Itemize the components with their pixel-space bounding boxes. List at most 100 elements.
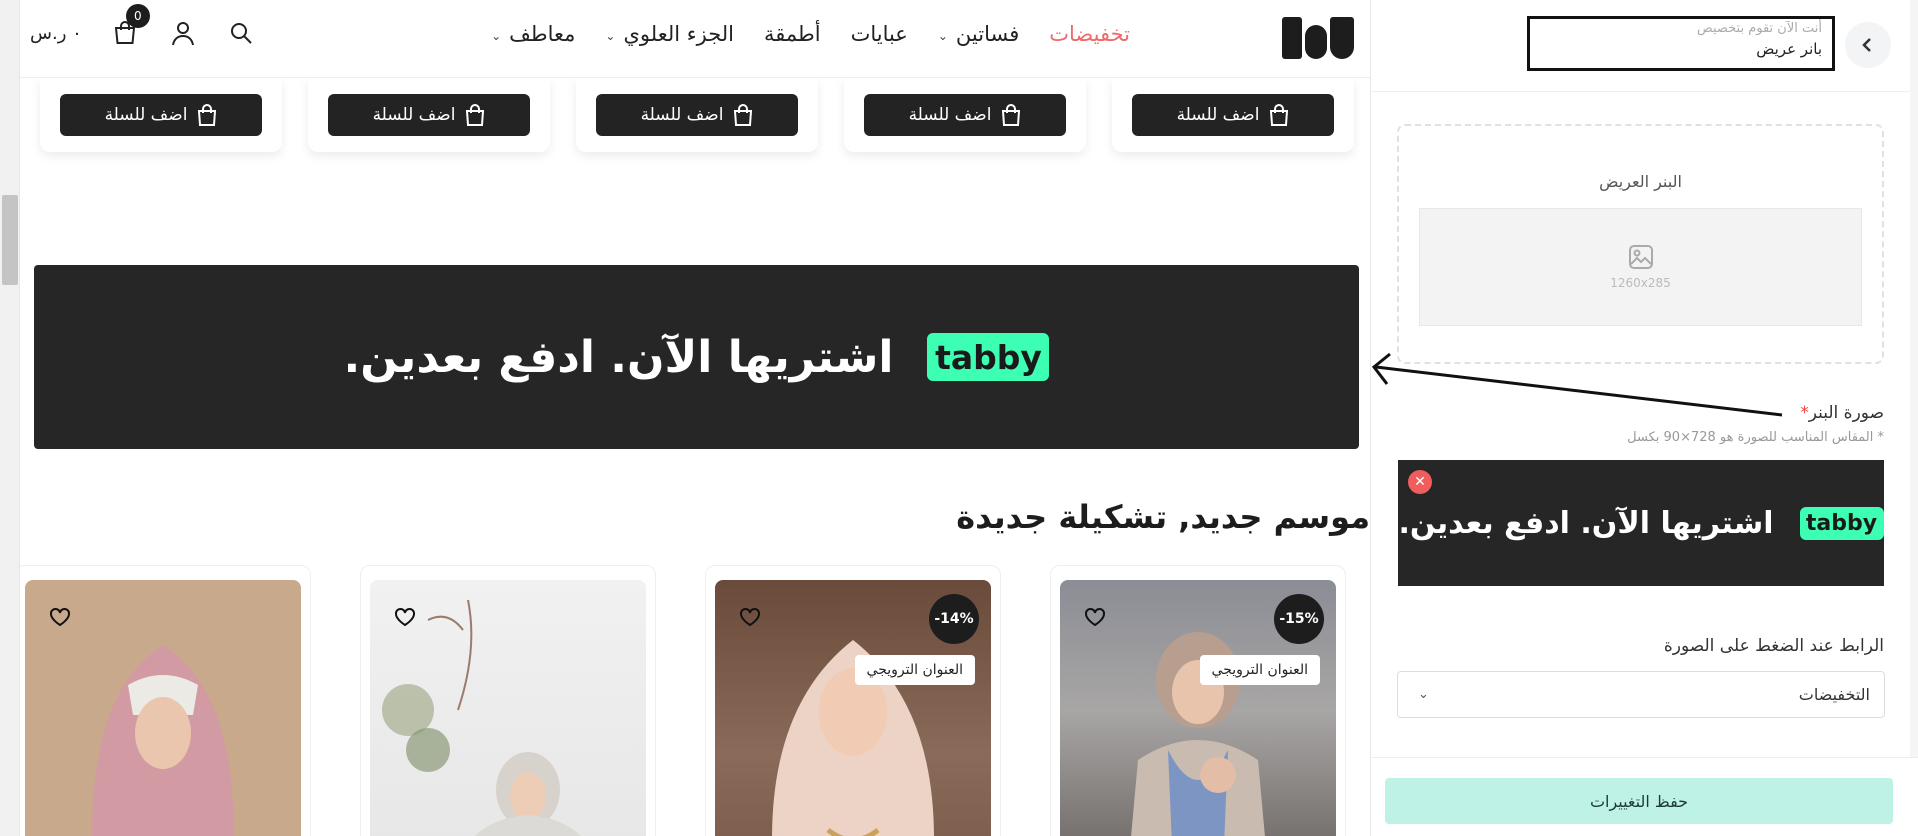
promo-label: العنوان الترويجي [1199, 655, 1320, 685]
model-photo [91, 645, 235, 836]
tabby-logo: tabby [1799, 506, 1884, 540]
product-card[interactable] [360, 565, 656, 836]
chevron-down-icon: ⌄ [1418, 687, 1429, 702]
chevron-down-icon: ⌄ [937, 29, 948, 43]
link-label: الرابط عند الضغط على الصورة [1663, 636, 1884, 656]
product-card[interactable]: -15% العنوان الترويجي [1050, 565, 1346, 836]
remove-image-button[interactable]: ✕ [1408, 470, 1432, 494]
wishlist-heart-icon[interactable] [735, 602, 765, 632]
app-root: تخفيضات فساتين ⌄ عبايات أطمقة الجزء العلو… [0, 0, 1918, 836]
discount-badge: -14% [929, 594, 979, 644]
pointer-arrow [1371, 352, 1783, 417]
banner-text: اشتريها الآن. ادفع بعدين. [343, 331, 894, 383]
product-image[interactable] [370, 580, 646, 836]
store-header: تخفيضات فساتين ⌄ عبايات أطمقة الجزء العلو… [20, 0, 1370, 78]
store-logo[interactable] [1278, 14, 1358, 62]
close-icon: ✕ [1414, 474, 1426, 490]
cart-button[interactable]: 0 [110, 4, 150, 48]
nav-item-sale[interactable]: تخفيضات [1049, 22, 1130, 46]
back-button[interactable] [1845, 22, 1891, 68]
discount-badge: -15% [1274, 594, 1324, 644]
dropzone-title: البنر العريض [1599, 172, 1682, 191]
label-text: صورة البنر [1808, 403, 1884, 423]
product-card-footer: اضف للسلة [40, 78, 282, 152]
store-preview: تخفيضات فساتين ⌄ عبايات أطمقة الجزء العلو… [20, 0, 1370, 836]
search-icon [230, 23, 252, 44]
banner-image-label: صورة البنر* [1800, 403, 1884, 423]
add-to-cart-label: اضف للسلة [908, 105, 992, 125]
image-size-hint: * المقاس المناسب للصورة هو 728×90 بكسل [1627, 430, 1884, 445]
add-to-cart-label: اضف للسلة [1176, 105, 1260, 125]
nav-item-label: أطمقة [763, 22, 821, 46]
cart-count-badge: 0 [125, 4, 150, 28]
bag-icon [466, 104, 485, 126]
product-image[interactable]: -14% العنوان الترويجي [715, 580, 991, 836]
chevron-down-icon: ⌄ [605, 29, 616, 43]
panel-footer: حفظ التغييرات [1371, 757, 1918, 836]
product-cards-row: اضف للسلة اضف للسلة اضف للسلة اضف للسلة … [40, 78, 1370, 152]
image-placeholder[interactable]: 1260x285 [1419, 208, 1862, 326]
wishlist-heart-icon[interactable] [45, 602, 75, 632]
nav-item-tops[interactable]: الجزء العلوي ⌄ [605, 22, 734, 46]
product-image[interactable] [25, 580, 301, 836]
product-card-footer: اضف للسلة [844, 78, 1086, 152]
wishlist-heart-icon[interactable] [390, 602, 420, 632]
page-scrollbar[interactable] [0, 0, 20, 836]
nav-item-label: معاطف [509, 22, 576, 46]
nav-item-abayas[interactable]: عبايات [851, 22, 908, 46]
link-select[interactable]: التخفيضات ⌄ [1397, 671, 1885, 718]
product-image[interactable]: -15% العنوان الترويجي [1060, 580, 1336, 836]
nav-item-label: عبايات [850, 22, 908, 46]
nav-item-dresses[interactable]: فساتين ⌄ [938, 22, 1019, 46]
preview-banner-text: اشتريها الآن. ادفع بعدين. [1398, 505, 1774, 541]
save-changes-button[interactable]: حفظ التغييرات [1385, 778, 1893, 824]
bag-icon [1270, 104, 1289, 126]
bag-icon [734, 104, 753, 126]
link-select-value: التخفيضات [1798, 685, 1870, 704]
customizing-label: أنت الآن تقوم بتخصيص [1697, 21, 1822, 36]
promo-label: العنوان الترويجي [854, 655, 975, 685]
nav-item-coats[interactable]: معاطف ⌄ [491, 22, 575, 46]
placeholder-size: 1260x285 [1610, 276, 1671, 290]
customizing-indicator: أنت الآن تقوم بتخصيص بانر عريض [1527, 16, 1835, 71]
wishlist-heart-icon[interactable] [1080, 602, 1110, 632]
nav-item-label: تخفيضات [1049, 22, 1130, 46]
main-nav: تخفيضات فساتين ⌄ عبايات أطمقة الجزء العلو… [491, 22, 1130, 46]
nav-item-label: الجزء العلوي [623, 22, 734, 46]
add-to-cart-button[interactable]: اضف للسلة [60, 94, 262, 136]
uploaded-image-preview[interactable]: tabby اشتريها الآن. ادفع بعدين. ✕ [1398, 460, 1884, 586]
add-to-cart-label: اضف للسلة [640, 105, 724, 125]
panel-scrollbar[interactable] [1910, 0, 1918, 757]
product-card-footer: اضف للسلة [1112, 78, 1354, 152]
cart-total: ٠ ر.س [30, 22, 82, 44]
product-card-footer: اضف للسلة [576, 78, 818, 152]
product-card-footer: اضف للسلة [308, 78, 550, 152]
add-to-cart-button[interactable]: اضف للسلة [864, 94, 1066, 136]
add-to-cart-button[interactable]: اضف للسلة [596, 94, 798, 136]
customizing-value: بانر عريض [1756, 40, 1822, 58]
add-to-cart-button[interactable]: اضف للسلة [328, 94, 530, 136]
nav-item-sets[interactable]: أطمقة [764, 22, 821, 46]
add-to-cart-label: اضف للسلة [104, 105, 188, 125]
product-card[interactable]: -14% العنوان الترويجي [705, 565, 1001, 836]
chevron-right-icon [1862, 38, 1871, 52]
bag-icon [1002, 104, 1021, 126]
banner-dropzone[interactable]: البنر العريض 1260x285 [1397, 124, 1884, 364]
scrollbar-thumb[interactable] [2, 195, 18, 285]
tabby-logo: tabby [927, 333, 1050, 381]
user-icon [171, 22, 194, 46]
section-title: موسم جديد, تشكيلة جديدة [956, 498, 1370, 536]
wide-banner[interactable]: tabby اشتريها الآن. ادفع بعدين. [34, 265, 1359, 449]
account-button[interactable] [168, 18, 198, 48]
bag-icon [198, 104, 217, 126]
image-icon [1628, 245, 1653, 269]
model-photo [1131, 632, 1265, 836]
search-button[interactable] [226, 18, 256, 48]
add-to-cart-button[interactable]: اضف للسلة [1132, 94, 1334, 136]
product-card[interactable] [20, 565, 311, 836]
nav-item-label: فساتين [955, 22, 1020, 46]
header-actions: ٠ ر.س 0 [30, 4, 256, 48]
add-to-cart-label: اضف للسلة [372, 105, 456, 125]
required-mark: * [1800, 403, 1809, 423]
panel-header: أنت الآن تقوم بتخصيص بانر عريض [1371, 0, 1918, 92]
